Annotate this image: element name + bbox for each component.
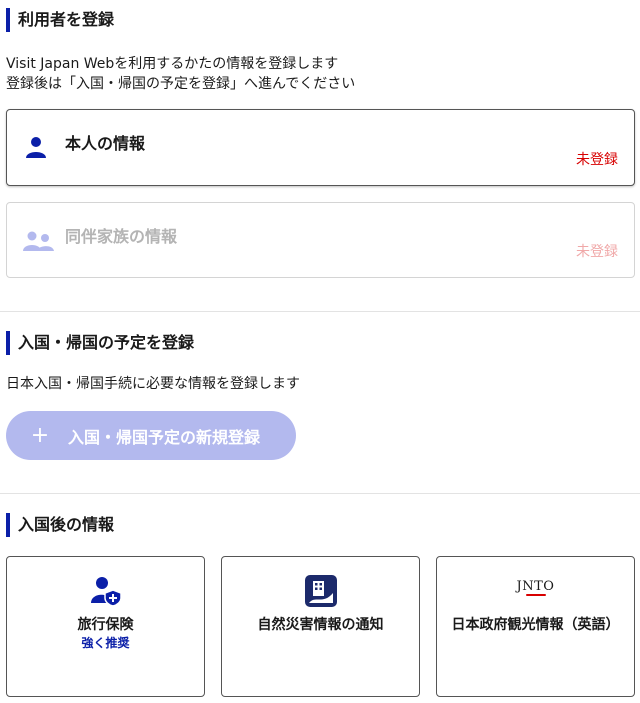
family-info-title: 同伴家族の情報 (65, 227, 178, 246)
register-users-description-line2: 登録後は「入国・帰国の予定を登録」へ進んでください (6, 76, 356, 92)
section-divider (0, 311, 640, 312)
group-icon (23, 231, 54, 251)
self-info-status: 未登録 (576, 152, 618, 168)
travel-insurance-tile[interactable]: 旅行保険 強く推奨 (6, 556, 205, 697)
new-schedule-button-label: 入国・帰国予定の新規登録 (68, 427, 261, 447)
new-schedule-button[interactable]: + 入国・帰国予定の新規登録 (6, 411, 296, 460)
tourism-info-tile[interactable]: JNTO 日本政府観光情報（英語） (436, 556, 635, 697)
travel-insurance-label: 旅行保険 (77, 617, 134, 633)
self-info-card[interactable]: 本人の情報 未登録 (6, 109, 635, 186)
section-heading-after-entry: 入国後の情報 (6, 513, 114, 537)
family-info-status: 未登録 (576, 244, 618, 260)
register-schedule-description: 日本入国・帰国手続に必要な情報を登録します (6, 376, 300, 392)
insurance-icon (90, 577, 122, 607)
plus-icon: + (30, 423, 50, 448)
tourism-info-label: 日本政府観光情報（英語） (451, 617, 620, 633)
jnto-logo: JNTO (516, 579, 556, 599)
travel-insurance-recommended: 強く推奨 (81, 636, 130, 650)
register-users-description-line1: Visit Japan Webを利用するかたの情報を登録します (6, 56, 339, 72)
person-icon (26, 137, 46, 158)
section-divider (0, 493, 640, 494)
disaster-info-tile[interactable]: 自然災害情報の通知 (221, 556, 420, 697)
disaster-app-icon (304, 575, 337, 607)
jnto-logo-text: JNTO (516, 579, 555, 594)
section-heading-register-users: 利用者を登録 (6, 8, 114, 32)
disaster-info-label: 自然災害情報の通知 (257, 617, 384, 633)
section-heading-register-schedule: 入国・帰国の予定を登録 (6, 331, 194, 355)
self-info-title: 本人の情報 (65, 134, 146, 153)
family-info-card: 同伴家族の情報 未登録 (6, 202, 635, 278)
